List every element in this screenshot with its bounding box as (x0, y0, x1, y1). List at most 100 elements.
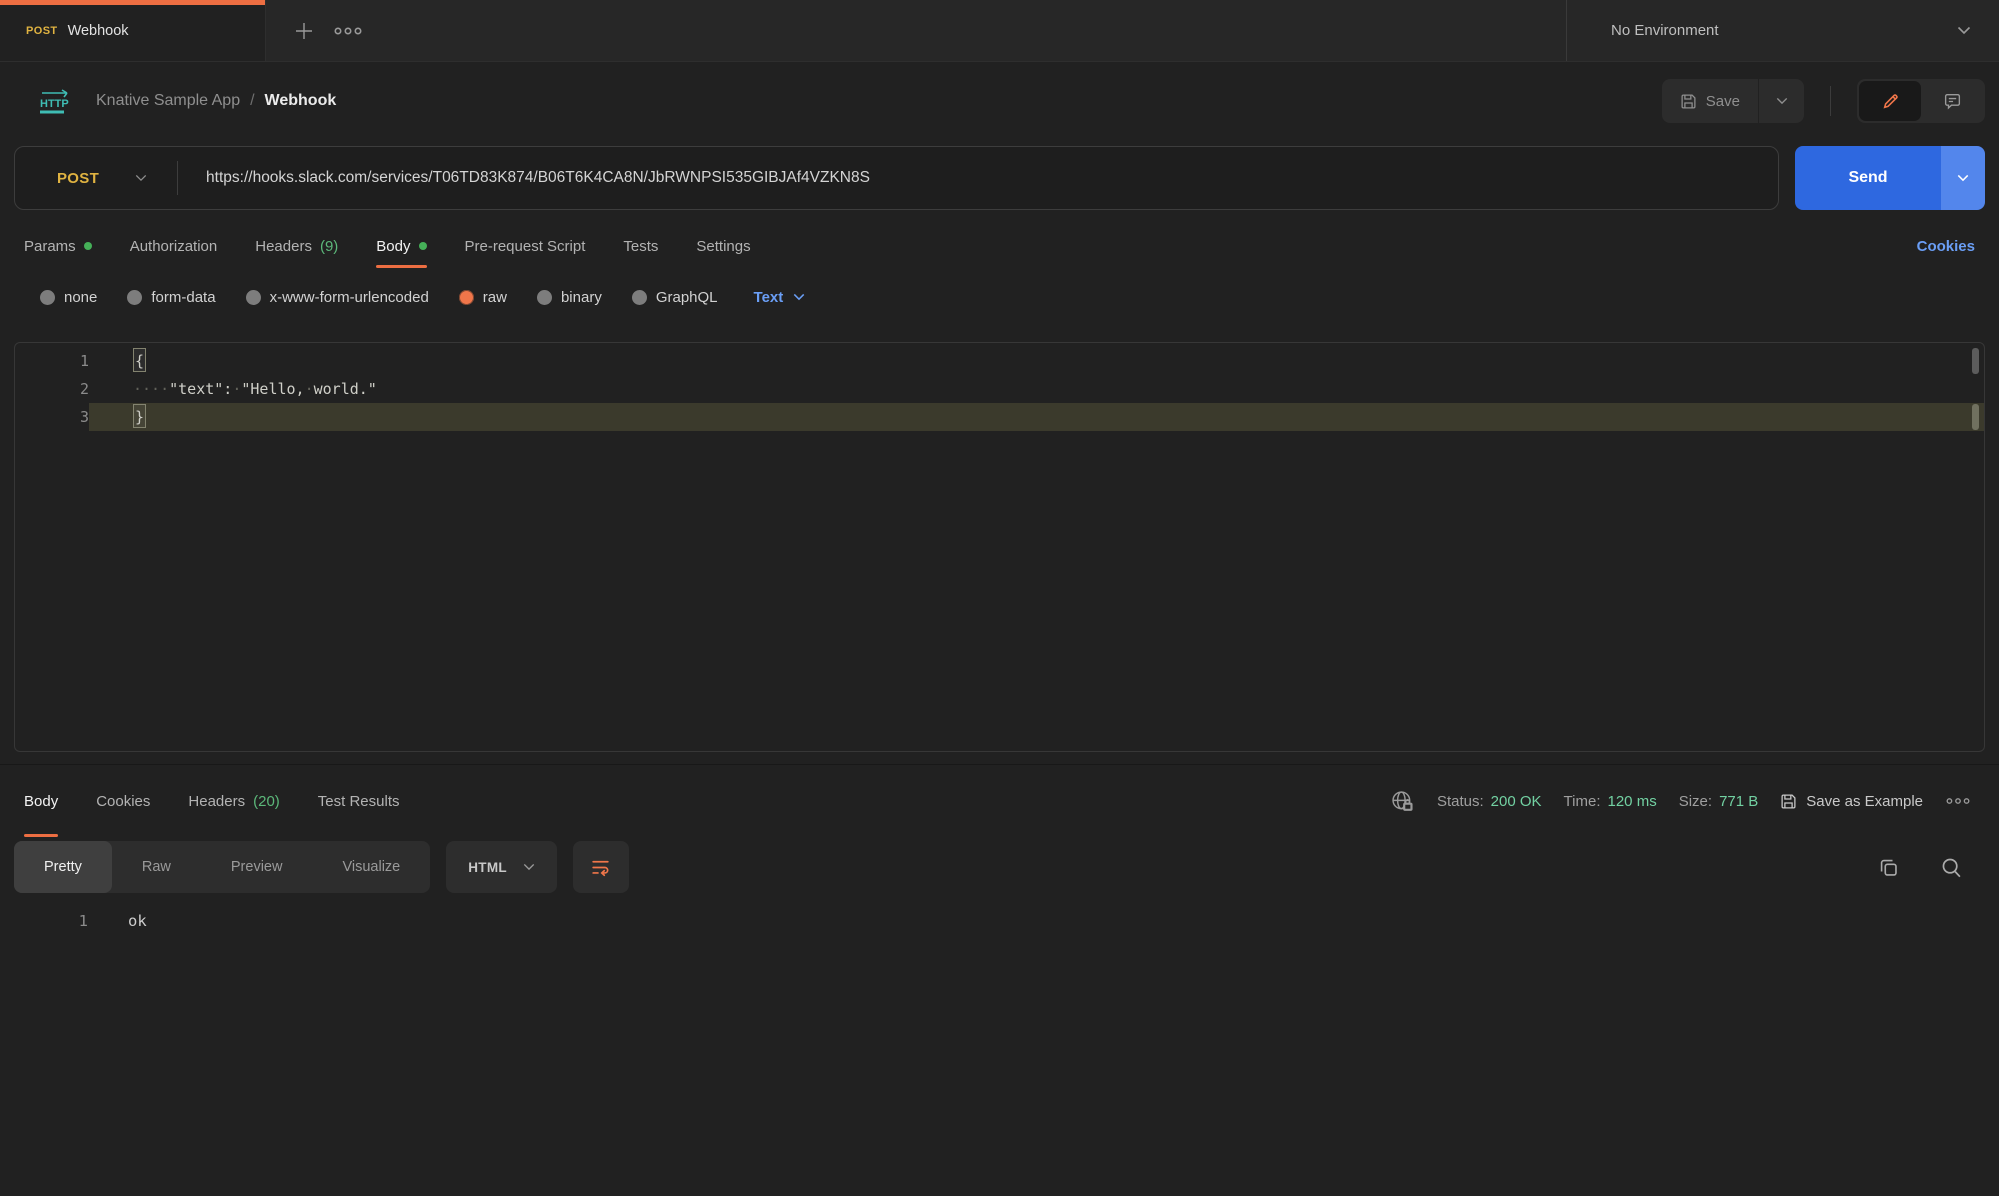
radio-raw[interactable]: raw (459, 289, 507, 306)
copy-icon (1877, 856, 1900, 879)
status-indicator[interactable]: Status: 200 OK (1437, 793, 1542, 810)
url-input[interactable] (178, 169, 1778, 187)
tab-method-label: POST (26, 25, 58, 37)
save-as-example-button[interactable]: Save as Example (1780, 793, 1923, 810)
save-options-button[interactable] (1758, 79, 1804, 123)
send-button-group: Send (1795, 146, 1985, 210)
view-pretty[interactable]: Pretty (14, 841, 112, 893)
headers-count-badge: (20) (253, 793, 280, 810)
tab-settings[interactable]: Settings (696, 224, 750, 268)
comments-button[interactable] (1921, 81, 1983, 121)
breadcrumb-collection[interactable]: Knative Sample App (96, 92, 240, 110)
response-language-label: HTML (468, 860, 507, 875)
chevron-down-icon (135, 174, 147, 182)
response-language-selector[interactable]: HTML (446, 841, 557, 893)
tab-bar: POST Webhook No Environment (0, 0, 1999, 62)
radio-x-www-form-urlencoded[interactable]: x-www-form-urlencoded (246, 289, 429, 306)
save-button-group: Save (1662, 79, 1804, 123)
response-tab-headers[interactable]: Headers (20) (188, 765, 279, 837)
save-button-label: Save (1706, 93, 1740, 110)
radio-label: none (64, 289, 97, 306)
radio-label: binary (561, 289, 602, 306)
radio-label: form-data (151, 289, 215, 306)
tab-headers[interactable]: Headers (9) (255, 224, 338, 268)
more-options-icon (1945, 795, 1971, 807)
tab-label: Test Results (318, 793, 400, 810)
save-icon (1780, 793, 1797, 810)
green-dot-indicator (84, 242, 92, 250)
view-raw[interactable]: Raw (112, 841, 201, 893)
new-tab-button[interactable] (282, 0, 326, 61)
tab-tests[interactable]: Tests (623, 224, 658, 268)
tab-authorization[interactable]: Authorization (130, 224, 218, 268)
response-text: ok (88, 907, 147, 935)
radio-icon (40, 290, 55, 305)
response-body-viewer[interactable]: 1 ok (0, 907, 1999, 935)
tab-label: Tests (623, 238, 658, 255)
time-label: Time: (1564, 793, 1601, 810)
response-tab-body[interactable]: Body (24, 765, 58, 837)
send-options-button[interactable] (1941, 146, 1985, 210)
radio-form-data[interactable]: form-data (127, 289, 215, 306)
response-tab-cookies[interactable]: Cookies (96, 765, 150, 837)
wrap-lines-button[interactable] (573, 841, 629, 893)
response-view-switcher: Pretty Raw Preview Visualize (14, 841, 430, 893)
svg-text:HTTP: HTTP (40, 98, 69, 110)
editor-current-line-mark (1972, 404, 1979, 430)
response-section: Body Cookies Headers (20) Test Results (0, 764, 1999, 935)
view-preview[interactable]: Preview (201, 841, 313, 893)
environment-selector[interactable]: No Environment (1566, 0, 1999, 61)
tab-body[interactable]: Body (376, 224, 426, 268)
cookies-link[interactable]: Cookies (1917, 238, 1975, 255)
breadcrumb-request-name[interactable]: Webhook (265, 92, 337, 110)
edit-request-button[interactable] (1859, 81, 1921, 121)
radio-icon (246, 290, 261, 305)
breadcrumb-separator: / (250, 92, 254, 110)
tab-label: Body (376, 238, 410, 255)
tab-label: Authorization (130, 238, 218, 255)
save-button[interactable]: Save (1662, 79, 1758, 123)
response-tab-test-results[interactable]: Test Results (318, 765, 400, 837)
tab-label: Params (24, 238, 76, 255)
save-icon (1680, 93, 1697, 110)
url-box: POST (14, 146, 1779, 210)
tab-params[interactable]: Params (24, 224, 92, 268)
editor-line-3-current: 3 } (15, 403, 1984, 431)
network-globe-icon[interactable] (1390, 789, 1415, 814)
send-button[interactable]: Send (1795, 146, 1941, 210)
editor-line-1: 1 { (15, 347, 1984, 375)
radio-icon (127, 290, 142, 305)
radio-binary[interactable]: binary (537, 289, 602, 306)
time-value: 120 ms (1608, 793, 1657, 810)
tab-pre-request-script[interactable]: Pre-request Script (465, 224, 586, 268)
request-body-editor[interactable]: 1 { 2 ····"text":·"Hello,·world." 3 } (14, 342, 1985, 752)
raw-language-selector[interactable]: Text (754, 289, 806, 306)
chevron-down-icon (1776, 97, 1788, 105)
json-key: "text": (169, 380, 232, 398)
radio-label: x-www-form-urlencoded (270, 289, 429, 306)
editor-scrollbar-thumb[interactable] (1972, 348, 1979, 374)
size-indicator[interactable]: Size: 771 B (1679, 793, 1759, 810)
more-options-icon (333, 24, 363, 38)
view-visualize[interactable]: Visualize (312, 841, 430, 893)
tab-label: Pre-request Script (465, 238, 586, 255)
search-icon (1940, 856, 1963, 879)
method-selector[interactable]: POST (15, 170, 177, 187)
tab-label: Cookies (96, 793, 150, 810)
tab-options-button[interactable] (326, 0, 370, 61)
wrap-text-icon (590, 857, 611, 878)
line-number: 1 (0, 907, 88, 935)
radio-none[interactable]: none (40, 289, 97, 306)
tab-title: Webhook (68, 23, 129, 39)
response-line-1: 1 ok (0, 907, 1999, 935)
response-options-button[interactable] (1945, 795, 1971, 807)
chevron-down-icon (523, 863, 535, 871)
request-tab-webhook[interactable]: POST Webhook (0, 0, 266, 61)
tab-label: Settings (696, 238, 750, 255)
chevron-down-icon (1957, 26, 1971, 35)
time-indicator[interactable]: Time: 120 ms (1564, 793, 1657, 810)
search-response-button[interactable] (1940, 856, 1963, 879)
request-actions: Save (1662, 79, 1985, 123)
radio-graphql[interactable]: GraphQL (632, 289, 718, 306)
copy-response-button[interactable] (1877, 856, 1900, 879)
